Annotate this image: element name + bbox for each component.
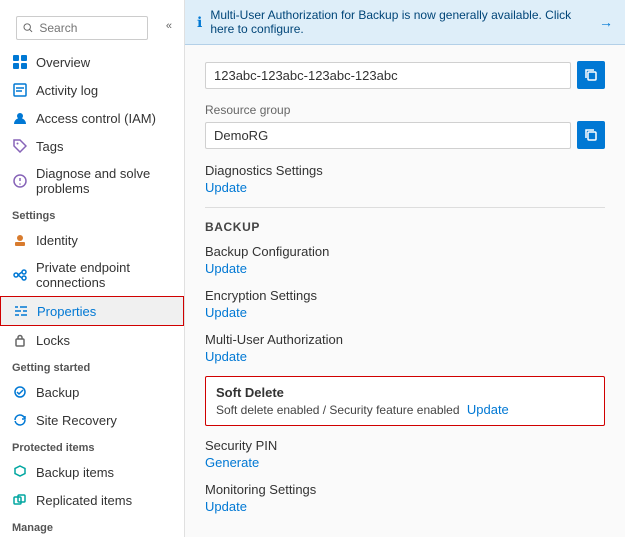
- sidebar-item-label: Identity: [36, 233, 78, 248]
- tags-icon: [12, 138, 28, 154]
- sidebar-item-label: Locks: [36, 333, 70, 348]
- backup-config-section: Backup Configuration Update: [205, 244, 605, 276]
- monitoring-section: Monitoring Settings Update: [205, 482, 605, 514]
- security-pin-generate-link[interactable]: Generate: [205, 455, 259, 470]
- notification-text: Multi-User Authorization for Backup is n…: [210, 8, 591, 36]
- section-getting-started: Getting started: [0, 354, 184, 378]
- sidebar-item-label: Access control (IAM): [36, 111, 156, 126]
- backup-items-icon: [12, 464, 28, 480]
- sidebar-item-backup[interactable]: Backup: [0, 378, 184, 406]
- monitoring-title: Monitoring Settings: [205, 482, 605, 497]
- sidebar-item-activity-log[interactable]: Activity log: [0, 76, 184, 104]
- backup-config-update-link[interactable]: Update: [205, 261, 247, 276]
- search-icon: [23, 22, 33, 34]
- sidebar-item-locks[interactable]: Locks: [0, 326, 184, 354]
- sidebar-item-label: Site Recovery: [36, 413, 117, 428]
- multi-user-auth-section: Multi-User Authorization Update: [205, 332, 605, 364]
- locks-icon: [12, 332, 28, 348]
- resource-group-value: DemoRG: [205, 122, 571, 149]
- monitoring-update-link[interactable]: Update: [205, 499, 247, 514]
- sidebar-item-backup-items[interactable]: Backup items: [0, 458, 184, 486]
- diagnostics-update-link[interactable]: Update: [205, 180, 247, 195]
- info-icon: ℹ: [197, 14, 202, 31]
- properties-icon: [13, 303, 29, 319]
- backup-icon: [12, 384, 28, 400]
- sidebar-item-label: Replicated items: [36, 493, 132, 508]
- diagnostics-title: Diagnostics Settings: [205, 163, 605, 178]
- identity-icon: [12, 232, 28, 248]
- resource-group-copy-button[interactable]: [577, 121, 605, 149]
- activity-log-icon: [12, 82, 28, 98]
- encryption-title: Encryption Settings: [205, 288, 605, 303]
- encryption-section: Encryption Settings Update: [205, 288, 605, 320]
- sidebar-item-tags[interactable]: Tags: [0, 132, 184, 160]
- soft-delete-description: Soft delete enabled / Security feature e…: [216, 402, 594, 417]
- overview-icon: [12, 54, 28, 70]
- sidebar-item-label: Private endpoint connections: [36, 260, 174, 290]
- sidebar-item-label: Tags: [36, 139, 63, 154]
- diagnose-icon: [12, 173, 28, 189]
- sidebar-item-properties[interactable]: Properties: [0, 296, 184, 326]
- sidebar-item-identity[interactable]: Identity: [0, 226, 184, 254]
- sidebar-item-overview[interactable]: Overview: [0, 48, 184, 76]
- vault-id-value: 123abc-123abc-123abc-123abc: [205, 62, 571, 89]
- notification-arrow[interactable]: →: [599, 14, 613, 30]
- diagnostics-section: Diagnostics Settings Update: [205, 163, 605, 195]
- sidebar-item-label: Backup items: [36, 465, 114, 480]
- sidebar-item-diagnose[interactable]: Diagnose and solve problems: [0, 160, 184, 202]
- section-settings: Settings: [0, 202, 184, 226]
- sidebar-item-label: Backup: [36, 385, 79, 400]
- main-content: ℹ Multi-User Authorization for Backup is…: [185, 0, 625, 537]
- site-recovery-icon: [12, 412, 28, 428]
- soft-delete-update-link[interactable]: Update: [467, 402, 509, 417]
- resource-group-field: Resource group DemoRG: [205, 103, 605, 149]
- vault-id-field: 123abc-123abc-123abc-123abc: [205, 61, 605, 89]
- replicated-items-icon: [12, 492, 28, 508]
- collapse-button[interactable]: «: [160, 20, 178, 32]
- search-box[interactable]: [16, 16, 148, 40]
- sidebar-item-label: Overview: [36, 55, 90, 70]
- soft-delete-section: Soft Delete Soft delete enabled / Securi…: [205, 376, 605, 426]
- divider-1: [205, 207, 605, 208]
- backup-config-title: Backup Configuration: [205, 244, 605, 259]
- notification-bar[interactable]: ℹ Multi-User Authorization for Backup is…: [185, 0, 625, 45]
- sidebar-item-private-endpoint[interactable]: Private endpoint connections: [0, 254, 184, 296]
- section-manage: Manage: [0, 514, 184, 537]
- sidebar-item-site-recovery[interactable]: Site Recovery: [0, 406, 184, 434]
- sidebar-item-access-control[interactable]: Access control (IAM): [0, 104, 184, 132]
- security-pin-title: Security PIN: [205, 438, 605, 453]
- vault-id-copy-button[interactable]: [577, 61, 605, 89]
- multi-user-auth-title: Multi-User Authorization: [205, 332, 605, 347]
- resource-group-label: Resource group: [205, 103, 605, 117]
- soft-delete-title: Soft Delete: [216, 385, 594, 400]
- section-protected-items: Protected items: [0, 434, 184, 458]
- multi-user-auth-update-link[interactable]: Update: [205, 349, 247, 364]
- search-input[interactable]: [39, 21, 141, 35]
- security-pin-section: Security PIN Generate: [205, 438, 605, 470]
- backup-section-title: BACKUP: [205, 220, 605, 234]
- content-area: 123abc-123abc-123abc-123abc Resource gro…: [185, 45, 625, 537]
- encryption-update-link[interactable]: Update: [205, 305, 247, 320]
- sidebar: « Overview Activity log Access control (…: [0, 0, 185, 537]
- access-control-icon: [12, 110, 28, 126]
- sidebar-item-label: Properties: [37, 304, 96, 319]
- sidebar-item-label: Diagnose and solve problems: [36, 166, 174, 196]
- sidebar-item-label: Activity log: [36, 83, 98, 98]
- sidebar-item-replicated-items[interactable]: Replicated items: [0, 486, 184, 514]
- private-endpoint-icon: [12, 267, 28, 283]
